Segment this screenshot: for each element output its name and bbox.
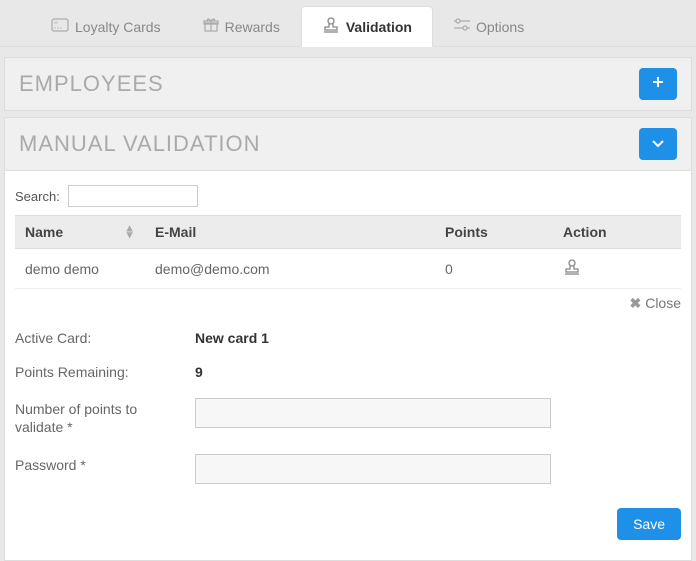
employees-title: EMPLOYEES (19, 71, 164, 97)
col-email[interactable]: E-Mail (145, 216, 435, 249)
manual-title: MANUAL VALIDATION (19, 131, 261, 157)
tab-rewards[interactable]: Rewards (182, 6, 301, 46)
tab-options[interactable]: Options (433, 6, 545, 46)
password-input[interactable] (195, 454, 551, 484)
cell-points: 0 (435, 249, 553, 289)
add-employee-button[interactable] (639, 68, 677, 100)
validation-table: Name ▲▼ E-Mail Points Action demo demo d… (15, 215, 681, 289)
points-remaining-label: Points Remaining: (15, 364, 185, 380)
sliders-icon (454, 18, 470, 35)
chevron-down-icon (652, 135, 664, 153)
manual-validation-panel-header: MANUAL VALIDATION (4, 117, 692, 171)
save-button[interactable]: Save (617, 508, 681, 540)
plus-icon (652, 75, 664, 93)
tab-validation[interactable]: Validation (301, 6, 433, 47)
tab-label: Loyalty Cards (75, 19, 161, 35)
tabs-bar: Loyalty Cards Rewards Validation Options (0, 0, 696, 47)
cell-email: demo@demo.com (145, 249, 435, 289)
active-card-label: Active Card: (15, 330, 185, 346)
active-card-value: New card 1 (195, 330, 269, 346)
gift-icon (203, 17, 219, 36)
col-points[interactable]: Points (435, 216, 553, 249)
num-points-input[interactable] (195, 398, 551, 428)
manual-validation-body: Search: Name ▲▼ E-Mail Points Action dem… (4, 171, 692, 561)
col-name[interactable]: Name ▲▼ (15, 216, 145, 249)
stamp-icon (322, 17, 340, 36)
card-icon (51, 18, 69, 35)
password-label: Password * (15, 454, 185, 474)
validate-action-button[interactable] (563, 262, 581, 278)
collapse-manual-button[interactable] (639, 128, 677, 160)
tab-label: Rewards (225, 19, 280, 35)
close-button[interactable]: ✖Close (15, 295, 681, 312)
search-input[interactable] (68, 185, 198, 207)
tab-loyalty-cards[interactable]: Loyalty Cards (30, 6, 182, 46)
cell-name: demo demo (15, 249, 145, 289)
employees-panel-header: EMPLOYEES (4, 57, 692, 111)
close-icon: ✖ (629, 295, 641, 311)
search-label: Search: (15, 189, 60, 204)
tab-label: Validation (346, 19, 412, 35)
tab-label: Options (476, 19, 524, 35)
points-remaining-value: 9 (195, 364, 203, 380)
num-points-label: Number of points to validate * (15, 398, 185, 436)
col-action[interactable]: Action (553, 216, 681, 249)
sort-icon: ▲▼ (124, 225, 135, 238)
table-row: demo demo demo@demo.com 0 (15, 249, 681, 289)
